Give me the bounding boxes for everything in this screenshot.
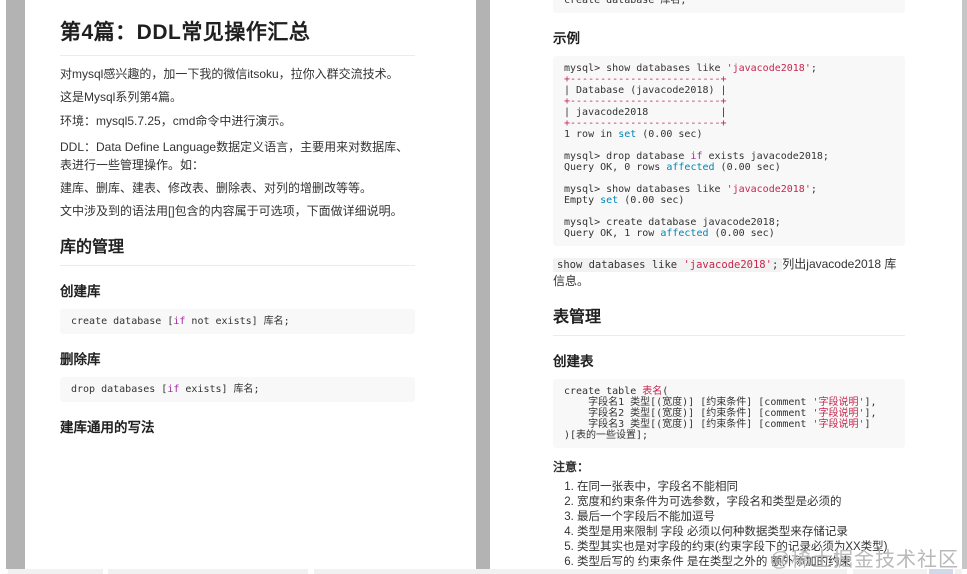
page-left: 第4篇：DDL常见操作汇总 对mysql感兴趣的，加一下我的微信itsoku，拉… xyxy=(25,0,476,569)
example-explanation: show databases like 'javacode2018'; 列出jav… xyxy=(553,256,905,291)
scrollbar-track[interactable] xyxy=(962,0,967,574)
notes-title: 注意： xyxy=(553,459,590,474)
code-create-database: create database [if not exists] 库名; xyxy=(60,308,415,334)
page-gutter-middle xyxy=(476,0,490,569)
page-right: create database 库名; 示例 mysql> show datab… xyxy=(490,0,962,569)
page-gutter-left xyxy=(6,0,25,569)
note-item: 类型是用来限制 字段 必须以何种数据类型来存储记录 xyxy=(577,525,905,539)
intro-paragraph-2: 这是Mysql系列第4篇。 xyxy=(60,90,183,105)
page-right-content: create database 库名; 示例 mysql> show datab… xyxy=(490,0,962,569)
code-create-table: create table 表名( 字段名1 类型[(宽度)] [约束条件] [c… xyxy=(553,378,905,448)
subheading-common-create: 建库通用的写法 xyxy=(60,419,155,435)
subheading-drop-db: 删除库 xyxy=(60,351,101,367)
intro-paragraph-3: 环境：mysql5.7.25，cmd命令中进行演示。 xyxy=(60,113,292,128)
next-page-row-edge xyxy=(0,569,967,574)
subheading-create-db: 创建库 xyxy=(60,283,101,299)
subheading-example: 示例 xyxy=(553,31,580,46)
page-left-content: 第4篇：DDL常见操作汇总 对mysql感兴趣的，加一下我的微信itsoku，拉… xyxy=(25,0,476,436)
note-item: 宽度和约束条件为可选参数，字段名和类型是必须的 xyxy=(577,495,905,509)
ddl-desc-paragraph-3: 文中涉及到的语法用[]包含的内容属于可选项，下面做详细说明。 xyxy=(60,204,403,219)
section-heading-db-management: 库的管理 xyxy=(60,233,415,266)
subheading-create-table: 创建表 xyxy=(553,353,594,369)
article-title: 第4篇：DDL常见操作汇总 xyxy=(60,0,415,56)
code-mysql-example: mysql> show databases like 'javacode2018… xyxy=(553,56,905,246)
code-clipped-top: create database 库名; xyxy=(553,0,905,13)
note-item: 在同一张表中，字段名不能相同 xyxy=(577,480,905,494)
intro-paragraph-1: 对mysql感兴趣的，加一下我的微信itsoku，拉你入群交流技术。 xyxy=(60,67,399,81)
note-item: 最后一个字段后不能加逗号 xyxy=(577,510,905,524)
ddl-desc-paragraph-2: 建库、删库、建表、修改表、删除表、对列的增删改等等。 xyxy=(60,180,373,195)
ddl-desc-paragraph-1: DDL：Data Define Language数据定义语言，主要用来对数据库、… xyxy=(60,140,409,172)
inline-code-show-databases: show databases like 'javacode2018'; xyxy=(553,258,783,272)
section-heading-table-management: 表管理 xyxy=(553,303,905,336)
watermark: @稀土掘金技术社区 xyxy=(769,549,959,571)
code-drop-database: drop databases [if exists] 库名; xyxy=(60,376,415,402)
